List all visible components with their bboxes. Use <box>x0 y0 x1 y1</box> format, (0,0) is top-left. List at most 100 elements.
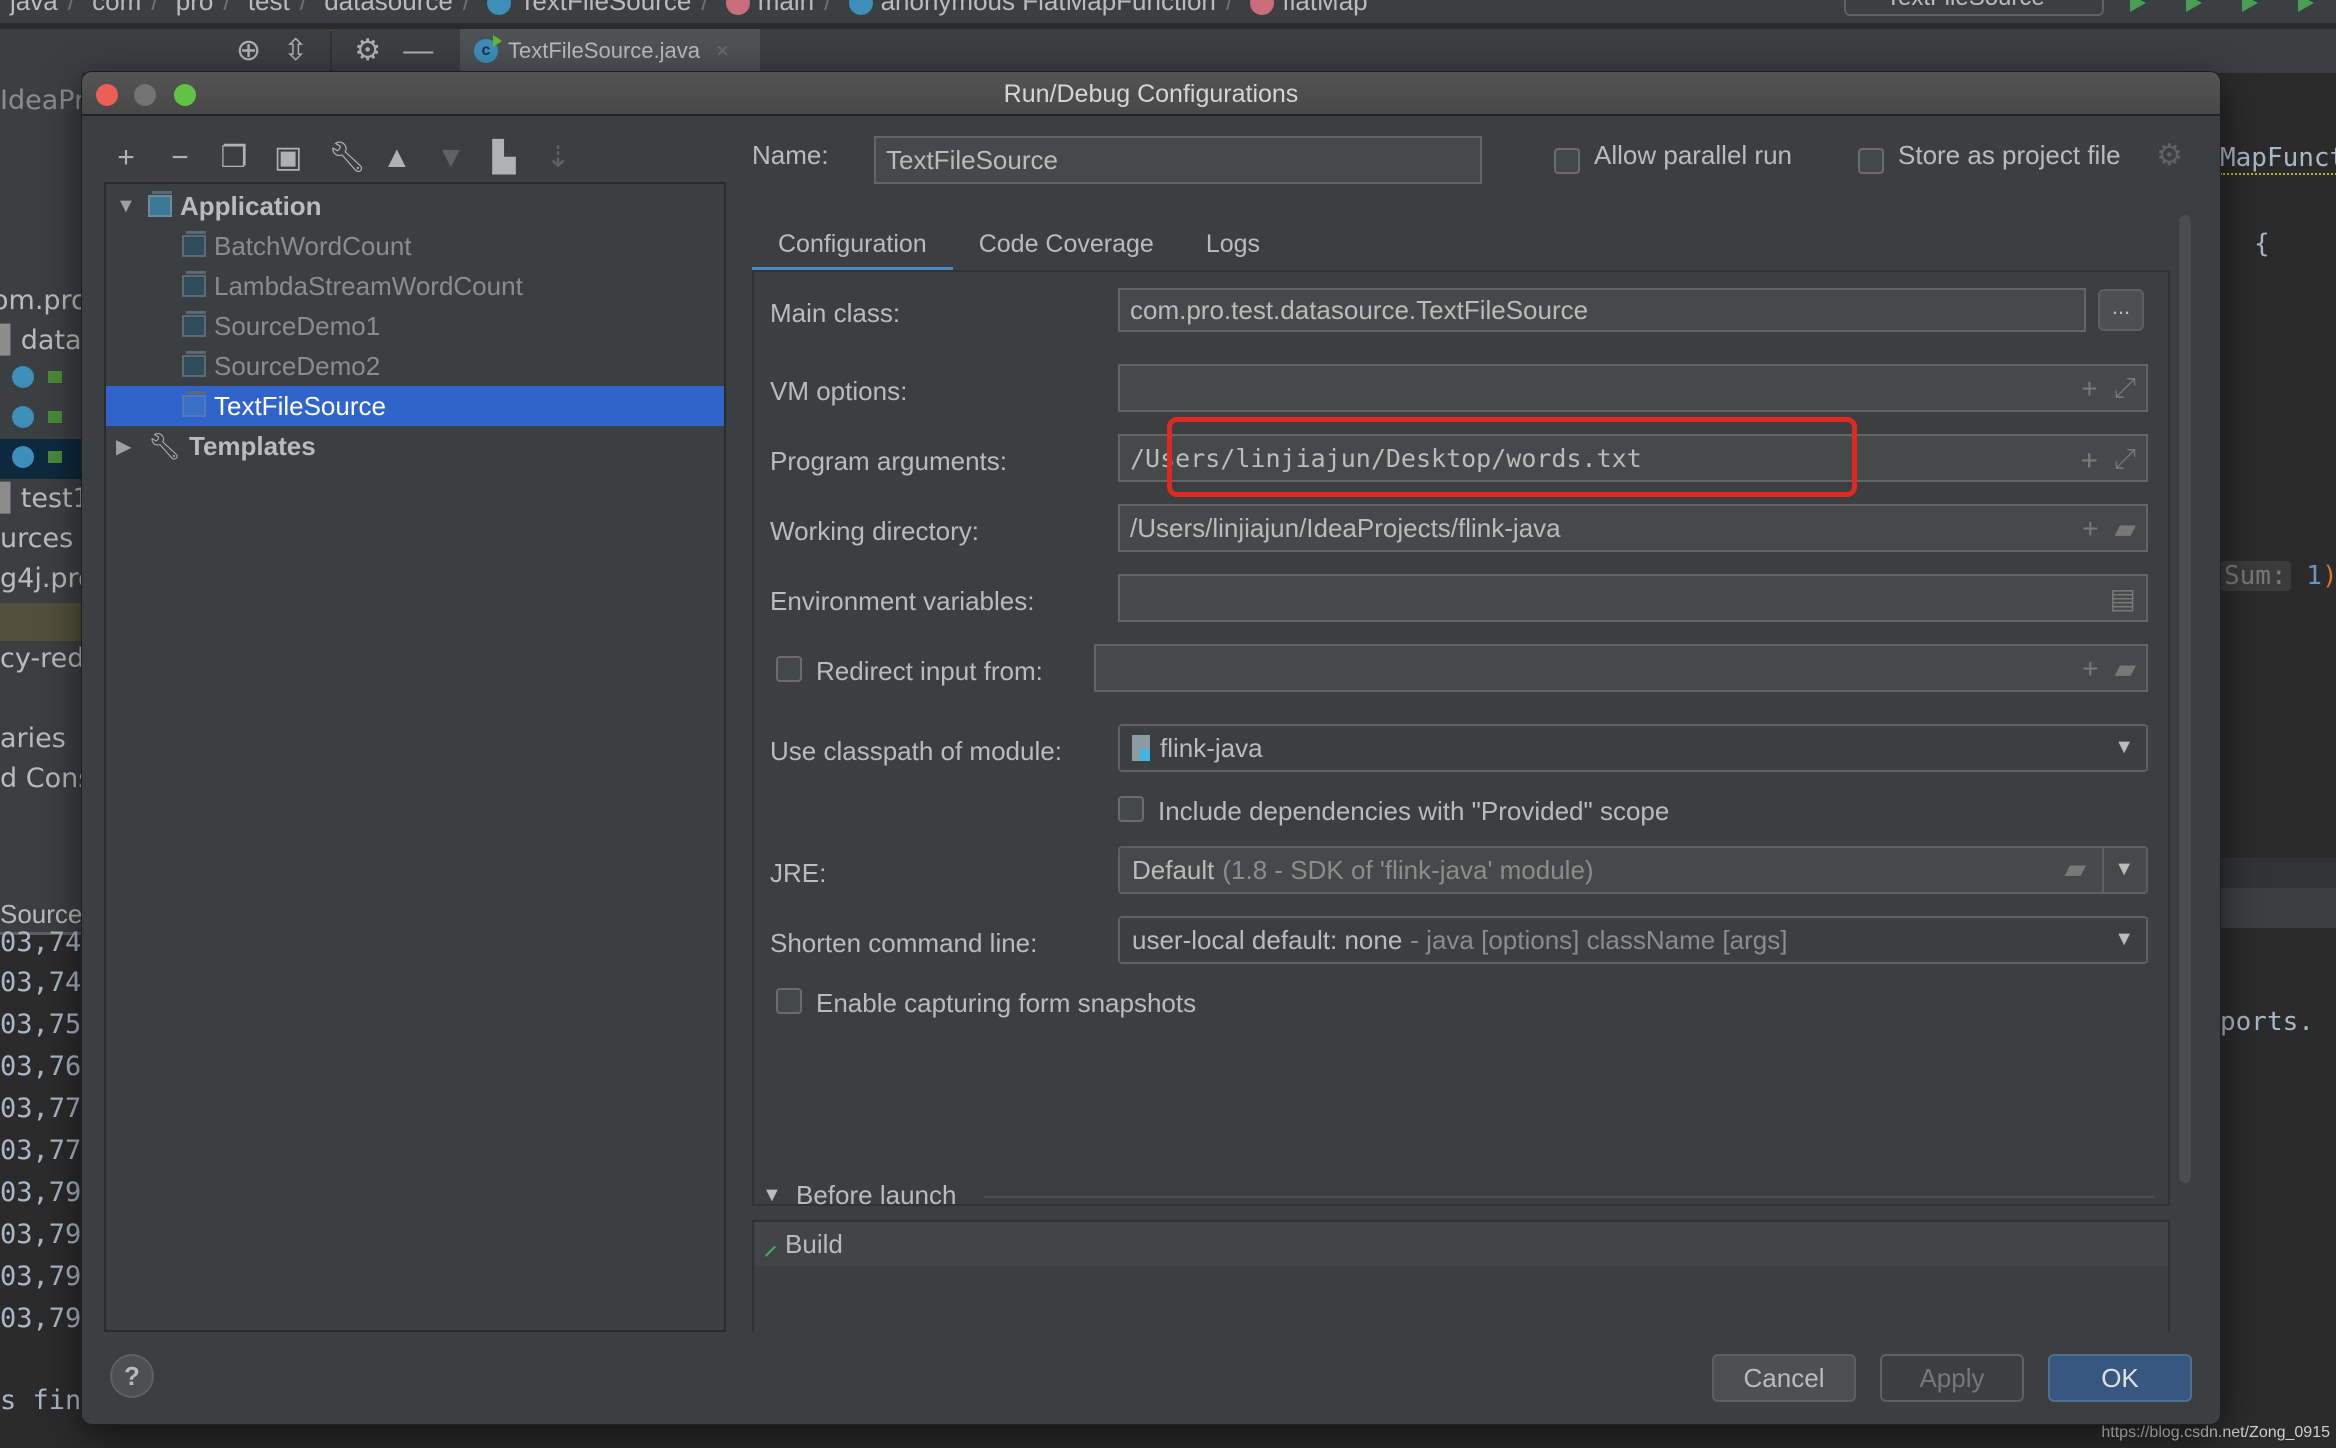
include-provided-checkbox[interactable] <box>1118 796 1144 822</box>
remove-icon[interactable]: − <box>166 140 194 176</box>
save-icon[interactable]: ▣ <box>274 140 302 176</box>
tree-item-config[interactable]: LambdaStreamWordCount <box>106 266 724 306</box>
coverage-icon[interactable] <box>2242 0 2258 12</box>
dialog-titlebar[interactable]: Run/Debug Configurations <box>82 72 2220 116</box>
expand-icon[interactable]: ⤢ <box>2114 372 2136 405</box>
capture-snapshots-label[interactable]: Enable capturing form snapshots <box>816 988 1196 1019</box>
tree-item-templates[interactable]: ▶ 🔧︎ Templates <box>106 426 724 466</box>
jre-label: JRE: <box>770 858 827 888</box>
move-down-icon[interactable]: ▼ <box>436 140 466 176</box>
shorten-command-line-dropdown[interactable]: user-local default: none - java [options… <box>1118 916 2148 964</box>
breadcrumb-item[interactable]: test <box>248 0 290 16</box>
locate-icon[interactable]: ⊕ <box>236 35 261 67</box>
store-as-project-file-checkbox[interactable] <box>1858 148 1884 174</box>
tree-item-application[interactable]: ▼ Application <box>106 186 724 226</box>
move-up-icon[interactable]: ▲ <box>382 140 412 176</box>
project-tree-fragment[interactable]: urces <box>0 523 73 554</box>
apply-button[interactable]: Apply <box>1880 1354 2024 1402</box>
tree-item-config[interactable]: SourceDemo1 <box>106 306 724 346</box>
editor-tab[interactable]: c TextFileSource.java × <box>460 29 760 73</box>
run-icon[interactable] <box>2130 0 2146 12</box>
tool-window-header: ⊕ ⇳ ⚙ — c TextFileSource.java × <box>0 29 2336 73</box>
edit-list-icon[interactable]: ▤ <box>2110 582 2136 615</box>
run-config-selector[interactable]: TextFileSource <box>1844 0 2104 16</box>
name-input[interactable]: TextFileSource <box>874 136 1482 184</box>
breadcrumb-item[interactable]: pro <box>176 0 214 16</box>
sort-icon[interactable]: ⇣ <box>544 140 572 176</box>
main-class-input[interactable]: com.pro.test.datasource.TextFileSource <box>1118 288 2086 332</box>
redirect-input-field[interactable]: + ▰ <box>1094 644 2148 692</box>
breadcrumb-item[interactable]: java <box>10 0 58 16</box>
insert-macro-icon[interactable]: + <box>2082 653 2098 685</box>
debug-icon[interactable] <box>2186 0 2202 12</box>
hide-icon[interactable]: — <box>403 35 433 67</box>
insert-macro-icon[interactable]: + <box>2082 513 2098 545</box>
classpath-module-dropdown[interactable]: flink-java ▼ <box>1118 724 2148 772</box>
gear-icon[interactable]: ⚙ <box>2156 138 2183 173</box>
close-icon[interactable]: × <box>716 38 729 64</box>
environment-variables-input[interactable]: ▤ <box>1118 574 2148 622</box>
config-tree: ▼ Application BatchWordCount LambdaStrea… <box>104 182 726 1332</box>
run-console: Source 03,744 03,749 03,750 03,765 03,77… <box>0 895 98 1448</box>
store-as-project-file-label[interactable]: Store as project file <box>1898 140 2121 171</box>
vm-options-input[interactable]: + ⤢ <box>1118 364 2148 412</box>
before-launch-item[interactable]: ⸝ Build <box>754 1222 2168 1266</box>
new-folder-icon[interactable]: ▙ <box>490 140 518 176</box>
add-icon[interactable]: + <box>112 140 140 176</box>
wrench-icon[interactable]: 🔧︎ <box>328 140 366 176</box>
before-launch-label[interactable]: Before launch <box>796 1180 956 1211</box>
code-editor[interactable]: MapFunct { Sum: 1); ports. <box>2220 73 2336 1448</box>
redirect-input-checkbox[interactable] <box>776 656 802 682</box>
collapse-arrow-icon[interactable]: ▶ <box>116 434 142 459</box>
browse-main-class-button[interactable]: ... <box>2098 289 2144 331</box>
horizontal-scrollbar[interactable] <box>2220 858 2336 888</box>
breadcrumb-bar: java / com / pro / test / datasource / TextFi… <box>0 0 2336 26</box>
project-toolbar: ⊕ ⇳ ⚙ — <box>236 31 433 71</box>
tree-item-config[interactable]: SourceDemo2 <box>106 346 724 386</box>
cancel-button[interactable]: Cancel <box>1712 1354 1856 1402</box>
capture-snapshots-checkbox[interactable] <box>776 988 802 1014</box>
project-tree-fragment[interactable]: IdeaPr <box>0 85 82 116</box>
breadcrumb-item[interactable]: main <box>758 0 814 16</box>
project-tree-fragment[interactable]: ▌test1 <box>0 483 82 514</box>
gear-icon[interactable]: ⚙ <box>354 35 381 67</box>
project-tree-fragment[interactable]: aries <box>0 723 66 754</box>
tab-logs[interactable]: Logs <box>1180 222 1286 272</box>
insert-macro-icon[interactable]: + <box>2081 373 2097 405</box>
allow-parallel-run-checkbox[interactable] <box>1554 148 1580 174</box>
redirect-input-label[interactable]: Redirect input from: <box>816 656 1043 687</box>
project-tree-fragment[interactable]: ▌datas <box>0 325 82 356</box>
expand-arrow-icon[interactable]: ▼ <box>116 195 142 218</box>
expand-icon[interactable]: ⤢ <box>2114 442 2136 476</box>
copy-icon[interactable]: ❐ <box>220 140 248 176</box>
jre-dropdown[interactable]: Default (1.8 - SDK of 'flink-java' modul… <box>1118 846 2148 894</box>
folder-icon[interactable]: ▰ <box>2114 652 2136 685</box>
tree-item-config[interactable]: BatchWordCount <box>106 226 724 266</box>
folder-icon[interactable]: ▰ <box>2064 852 2086 885</box>
chevron-down-icon[interactable]: ▼ <box>2114 858 2134 881</box>
divider <box>330 31 333 71</box>
working-directory-input[interactable]: /Users/linjiajun/IdeaProjects/flink-java… <box>1118 504 2148 552</box>
include-provided-label[interactable]: Include dependencies with "Provided" sco… <box>1158 796 1669 827</box>
folder-icon[interactable]: ▰ <box>2114 512 2136 545</box>
project-tree-fragment[interactable]: g4j.pro <box>0 563 82 594</box>
tab-configuration[interactable]: Configuration <box>752 222 953 272</box>
tree-item-config-selected[interactable]: TextFileSource <box>106 386 724 426</box>
breadcrumb-item[interactable]: TextFileSource <box>519 0 691 16</box>
collapse-arrow-icon[interactable]: ▼ <box>762 1184 782 1207</box>
breadcrumb-item[interactable]: com <box>92 0 141 16</box>
tab-code-coverage[interactable]: Code Coverage <box>953 222 1180 272</box>
profile-icon[interactable] <box>2298 0 2314 12</box>
insert-macro-icon[interactable]: + <box>2081 443 2098 476</box>
project-tree-fragment[interactable]: cy-red <box>0 643 82 674</box>
project-tree-fragment[interactable]: om.pro <box>0 285 82 316</box>
help-button[interactable]: ? <box>110 1354 154 1398</box>
breadcrumb-item[interactable]: flatMap <box>1282 0 1367 16</box>
collapse-all-icon[interactable]: ⇳ <box>283 35 308 67</box>
vertical-scrollbar[interactable] <box>2178 214 2192 1184</box>
breadcrumb-item[interactable]: anonymous FlatMapFunction <box>881 0 1216 16</box>
project-tree-fragment[interactable]: d Cons <box>0 763 82 794</box>
breadcrumb-item[interactable]: datasource <box>324 0 453 16</box>
ok-button[interactable]: OK <box>2048 1354 2192 1402</box>
allow-parallel-run-label[interactable]: Allow parallel run <box>1594 140 1792 171</box>
